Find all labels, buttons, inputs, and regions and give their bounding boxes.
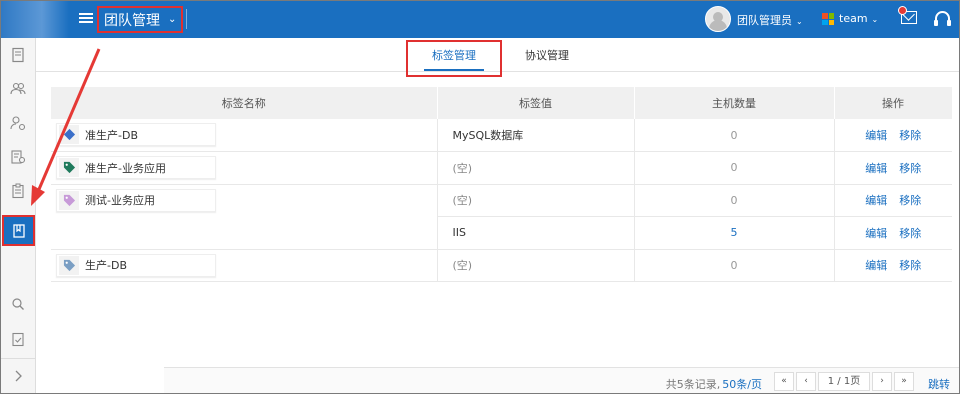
tag-chip[interactable]: 准生产-DB — [56, 123, 216, 146]
tag-chip[interactable]: 测试-业务应用 — [56, 188, 216, 212]
user-name: 团队管理员 — [737, 14, 792, 27]
first-page-button[interactable]: « — [774, 372, 794, 391]
page-indicator: 1 / 1页 — [818, 372, 870, 391]
table-header-row: 标签名称 标签值 主机数量 操作 — [51, 87, 953, 119]
table-row: 测试-业务应用 (空) 0 编辑 移除 — [51, 184, 952, 250]
host-count-cell: 0 — [634, 151, 835, 185]
actions-cell: 编辑 移除 — [834, 151, 952, 185]
list-settings-icon[interactable] — [1, 140, 35, 174]
remove-link[interactable]: 移除 — [899, 162, 921, 175]
last-page-button[interactable]: » — [894, 372, 914, 391]
actions-cell: 编辑 移除 — [834, 249, 952, 282]
host-count-cell: 0 — [634, 184, 835, 217]
record-count: 共5条记录, — [665, 378, 721, 391]
actions-cell: 编辑 移除 — [834, 119, 952, 152]
remove-link[interactable]: 移除 — [899, 194, 921, 207]
pagination: 共5条记录, 50条/页 « ‹ 1 / 1页 › » 跳转 — [164, 367, 959, 393]
tag-label: 准生产-业务应用 — [85, 161, 166, 175]
column-header: 标签值 — [437, 87, 635, 119]
remove-link[interactable]: 移除 — [899, 129, 921, 142]
tab-bar: 标签管理 协议管理 — [36, 38, 959, 77]
mail-icon[interactable] — [898, 6, 917, 24]
host-count-cell: 0 — [634, 119, 835, 152]
tag-value-cell: MySQL数据库 — [437, 119, 635, 152]
tag-book-icon[interactable] — [2, 215, 35, 246]
tab-protocol-management[interactable]: 协议管理 — [510, 38, 584, 72]
highlight-box — [406, 40, 502, 77]
edit-link[interactable]: 编辑 — [865, 162, 887, 175]
user-settings-icon[interactable] — [1, 106, 35, 140]
avatar[interactable] — [705, 6, 731, 32]
tag-icon — [59, 125, 79, 144]
table-row: 生产-DB (空) 0 编辑 移除 — [51, 249, 952, 282]
tag-icon — [59, 158, 79, 177]
edit-link[interactable]: 编辑 — [865, 129, 887, 142]
jump-button[interactable]: 跳转 — [928, 376, 950, 392]
table-row: 准生产-业务应用 (空) 0 编辑 移除 — [51, 151, 952, 185]
host-count-cell[interactable]: 5 — [634, 216, 835, 250]
prev-page-button[interactable]: ‹ — [796, 372, 816, 391]
headset-icon[interactable] — [934, 11, 951, 26]
sidebar — [1, 38, 36, 393]
table-row: 准生产-DB MySQL数据库 0 编辑 移除 — [51, 119, 952, 152]
tag-value-cell: (空) — [437, 184, 635, 217]
actions-cell: 编辑 移除 — [834, 216, 952, 250]
tag-label: 生产-DB — [85, 259, 127, 272]
top-bar: 团队管理 ⌄ 团队管理员 ⌄ team ⌄ — [1, 1, 959, 38]
tag-value-cell: (空) — [437, 151, 635, 185]
tag-name-cell: 测试-业务应用 — [51, 184, 438, 250]
host-count-cell: 0 — [634, 249, 835, 282]
chevron-down-icon: ⌄ — [871, 15, 879, 24]
tag-label: 准生产-DB — [85, 128, 138, 142]
team-management-dropdown[interactable]: 团队管理 ⌄ — [97, 6, 183, 33]
tag-name-cell: 生产-DB — [51, 249, 438, 282]
clipboard-icon[interactable] — [1, 174, 35, 208]
column-header: 操作 — [834, 87, 953, 119]
tag-name-cell: 准生产-DB — [51, 119, 438, 152]
edit-link[interactable]: 编辑 — [865, 259, 887, 272]
logo — [1, 1, 69, 38]
menu-icon[interactable] — [79, 11, 93, 25]
edit-link[interactable]: 编辑 — [865, 194, 887, 207]
next-page-button[interactable]: › — [872, 372, 892, 391]
chevron-right-icon[interactable] — [1, 359, 35, 393]
pagination-summary: 共5条记录, 50条/页 — [666, 376, 762, 392]
team-name: team — [839, 12, 868, 25]
search-icon[interactable] — [1, 287, 35, 321]
tag-chip[interactable]: 生产-DB — [56, 253, 216, 277]
tag-icon — [59, 190, 79, 210]
document-icon[interactable] — [1, 38, 35, 72]
edit-link[interactable]: 编辑 — [865, 227, 887, 240]
remove-link[interactable]: 移除 — [899, 259, 921, 272]
remove-link[interactable]: 移除 — [899, 227, 921, 240]
tag-chip[interactable]: 准生产-业务应用 — [56, 156, 216, 179]
page-title: 团队管理 — [104, 12, 160, 29]
tag-value-cell: (空) — [437, 249, 635, 282]
windows-icon — [822, 13, 834, 25]
column-header: 标签名称 — [51, 87, 438, 119]
tag-value-cell: IIS — [437, 216, 635, 250]
tag-table: 标签名称 标签值 主机数量 操作 准生产-DB MySQL数据库 0 编辑移除 — [51, 87, 953, 282]
chevron-down-icon: ⌄ — [168, 14, 177, 25]
actions-cell: 编辑 移除 — [834, 184, 952, 217]
tag-label: 测试-业务应用 — [85, 194, 155, 207]
tag-name-cell: 准生产-业务应用 — [51, 151, 438, 185]
user-menu[interactable]: 团队管理员 ⌄ — [737, 12, 803, 28]
page-size-select[interactable]: 50条/页 — [722, 378, 762, 391]
team-menu[interactable]: team ⌄ — [839, 12, 878, 25]
checklist-icon[interactable] — [1, 322, 35, 356]
divider — [186, 9, 187, 29]
users-icon[interactable] — [1, 72, 35, 106]
tag-icon — [59, 255, 79, 275]
chevron-down-icon: ⌄ — [796, 17, 803, 26]
column-header: 主机数量 — [634, 87, 835, 119]
main-content: 标签管理 协议管理 标签名称 标签值 主机数量 操作 准生产-DB MySQL数… — [36, 38, 959, 393]
